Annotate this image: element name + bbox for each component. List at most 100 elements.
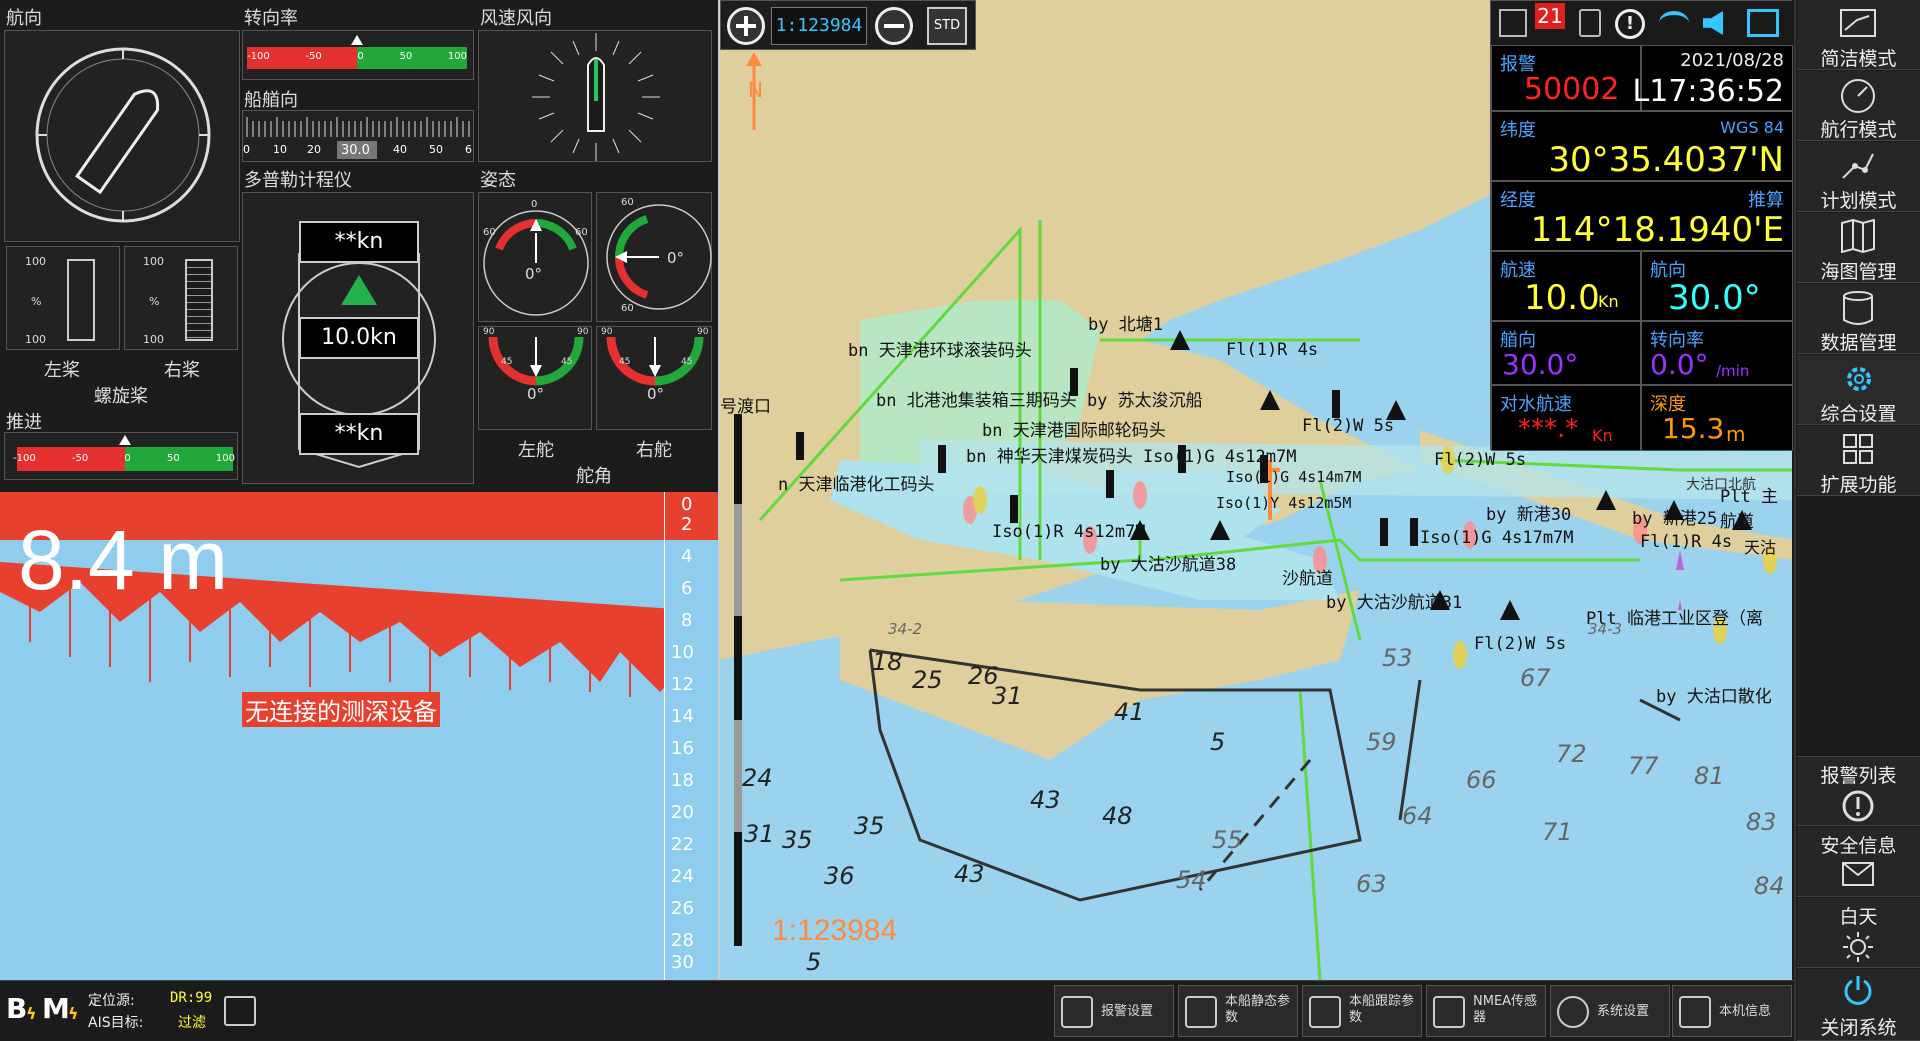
pos-source-label: 定位源: [88,993,135,1009]
depth-tick: 2 [681,514,693,535]
sidebar-item-navigation-mode[interactable]: 航行模式 [1797,71,1920,141]
rudder-tick: 45 [681,357,693,367]
sounding: 83 [1746,808,1777,836]
sidebar-item-day-mode[interactable]: 白天 [1797,898,1920,968]
depth-no-device-text: 无连接的测深设备 [242,692,440,727]
sidebar-item-safety-info[interactable]: 安全信息 [1797,827,1920,897]
ais-filter-button[interactable] [224,996,256,1026]
depth-tick: 24 [671,866,694,887]
sog-value: 10.0 [1524,278,1600,318]
doppler-title: 多普勒计程仪 [244,170,352,191]
sidebar-item-general-settings[interactable]: 综合设置 [1797,355,1920,425]
message-icon[interactable]: 21 [1535,3,1565,29]
heading-panel[interactable] [4,30,240,242]
rudder-title: 舵角 [576,466,612,487]
depth-unit: m [1726,422,1746,446]
ais-value: 过滤 [178,1015,206,1031]
sounding: 5 [806,948,822,976]
lon-label: 经度 [1500,190,1536,211]
rudder-tick: 90 [577,327,589,337]
rot-cell: 转向率 0.0° /min [1641,321,1793,385]
static-params-button[interactable]: 本船静态参数 [1178,985,1298,1037]
alarm-settings-button[interactable]: 报警设置 [1054,985,1174,1037]
sounding: 24 [742,764,773,792]
cog-value: 30.0° [1668,278,1761,318]
doppler-bottom-box: **kn [299,413,419,455]
depth-scale: 0 2 4 6 8 10 12 14 16 18 20 22 24 26 28 … [664,492,718,980]
sounding: 63 [1356,870,1387,898]
depth-tick: 10 [671,642,694,663]
depth-info-value: 15.3 [1662,412,1725,445]
tracking-params-button[interactable]: 本船跟踪参数 [1302,985,1422,1037]
rot-title: 转向率 [244,8,298,29]
attitude-tick: 60 [621,197,634,208]
hdg-cell: 艏向 30.0° [1491,321,1641,385]
scale-display[interactable]: 1:123984 [771,7,867,45]
attitude-tick: 60 [575,227,588,238]
alert-icon [1842,790,1874,822]
heading-tick: 10 [273,143,287,156]
alarm-count: 21 [1537,4,1563,28]
sidebar-item-simple-mode[interactable]: 简洁模式 [1797,0,1920,70]
sounding: 71 [1542,818,1573,846]
depth-tick: 28 [671,930,694,951]
route-icon [1842,153,1874,179]
rudder-tick: 90 [697,327,709,337]
wind-panel[interactable] [478,30,712,162]
sidebar-item-extensions[interactable]: 扩展功能 [1797,426,1920,496]
sounding: 43 [954,860,985,888]
rot-value: 0.0° [1650,348,1709,381]
connection-icon[interactable] [1499,9,1527,37]
m-mode-button[interactable]: Mϟ [42,992,79,1028]
system-settings-button[interactable]: 系统设置 [1550,985,1670,1037]
alarm-cell[interactable]: 报警 50002 [1491,45,1641,111]
lightning-icon: ϟ [68,1004,79,1023]
b-mode-button[interactable]: Bϟ [6,992,37,1028]
heading-tick: 0 [243,143,250,156]
pitch-gauge [606,204,712,310]
sounding: 34-2 [888,620,923,638]
device-info-button[interactable]: 本机信息 [1672,985,1792,1037]
sounding: 43 [1030,786,1061,814]
sidebar-item-chart-management[interactable]: 海图管理 [1797,213,1920,283]
lon-value: 114°18.1940'E [1530,210,1784,250]
sog-unit: Kn [1598,292,1619,311]
ship-heading-panel: 0 10 20 30.0 40 50 6 [242,110,474,162]
thrust-panel: -100 -50 0 50 100 [4,432,238,480]
attitude-tick: 60 [483,227,496,238]
doppler-panel[interactable]: **kn 10.0kn **kn [242,192,474,484]
depth-sounder-panel[interactable]: 8.4 m 无连接的测深设备 0 2 4 6 8 10 12 14 16 18 … [0,492,718,980]
rudder-tick: 45 [619,357,631,367]
datum-value: WGS 84 [1720,118,1784,137]
depth-tick: 14 [671,706,694,727]
instrument-area: 航向 转向率 -100 -50 0 50 100 船艏向 0 10 20 30.… [0,0,718,490]
sidebar-item-data-management[interactable]: 数据管理 [1797,284,1920,354]
sidebar-item-plan-mode[interactable]: 计划模式 [1797,142,1920,212]
std-button[interactable]: STD [927,7,967,45]
zoom-in-button[interactable] [727,7,765,45]
zoom-out-button[interactable] [875,7,913,45]
wifi-icon[interactable] [1659,11,1689,35]
window-icon[interactable] [1747,9,1779,37]
rudder-right-label: 右舵 [636,440,672,461]
attitude-pitch-panel: 60 60 0° [596,192,712,322]
north-arrow[interactable]: N [742,52,766,132]
time-cell: 2021/08/28 L17:36:52 [1633,45,1793,111]
plus-icon [736,16,756,36]
chart-scale-bar [734,414,742,946]
nmea-sensor-button[interactable]: NMEA传感器 [1426,985,1546,1037]
sdcard-icon[interactable] [1579,9,1601,37]
prop-scale-mid: % [149,295,160,308]
sidebar-item-alarm-list[interactable]: 报警列表 [1797,756,1920,826]
prop-left-panel: 100 % 100 [6,246,120,350]
warning-icon[interactable]: ! [1615,9,1645,39]
sidebar-item-shutdown[interactable]: 关闭系统 [1797,969,1920,1041]
chart-scale-overlay: 1:123984 [772,914,898,947]
rudder-tick: 90 [483,327,495,337]
depth-tick: 18 [671,770,694,791]
sounding: 41 [1114,698,1145,726]
volume-icon[interactable] [1703,11,1723,35]
sounding: 59 [1366,728,1397,756]
depth-tick: 20 [671,802,694,823]
longitude-cell: 经度 推算 114°18.1940'E [1491,181,1793,251]
